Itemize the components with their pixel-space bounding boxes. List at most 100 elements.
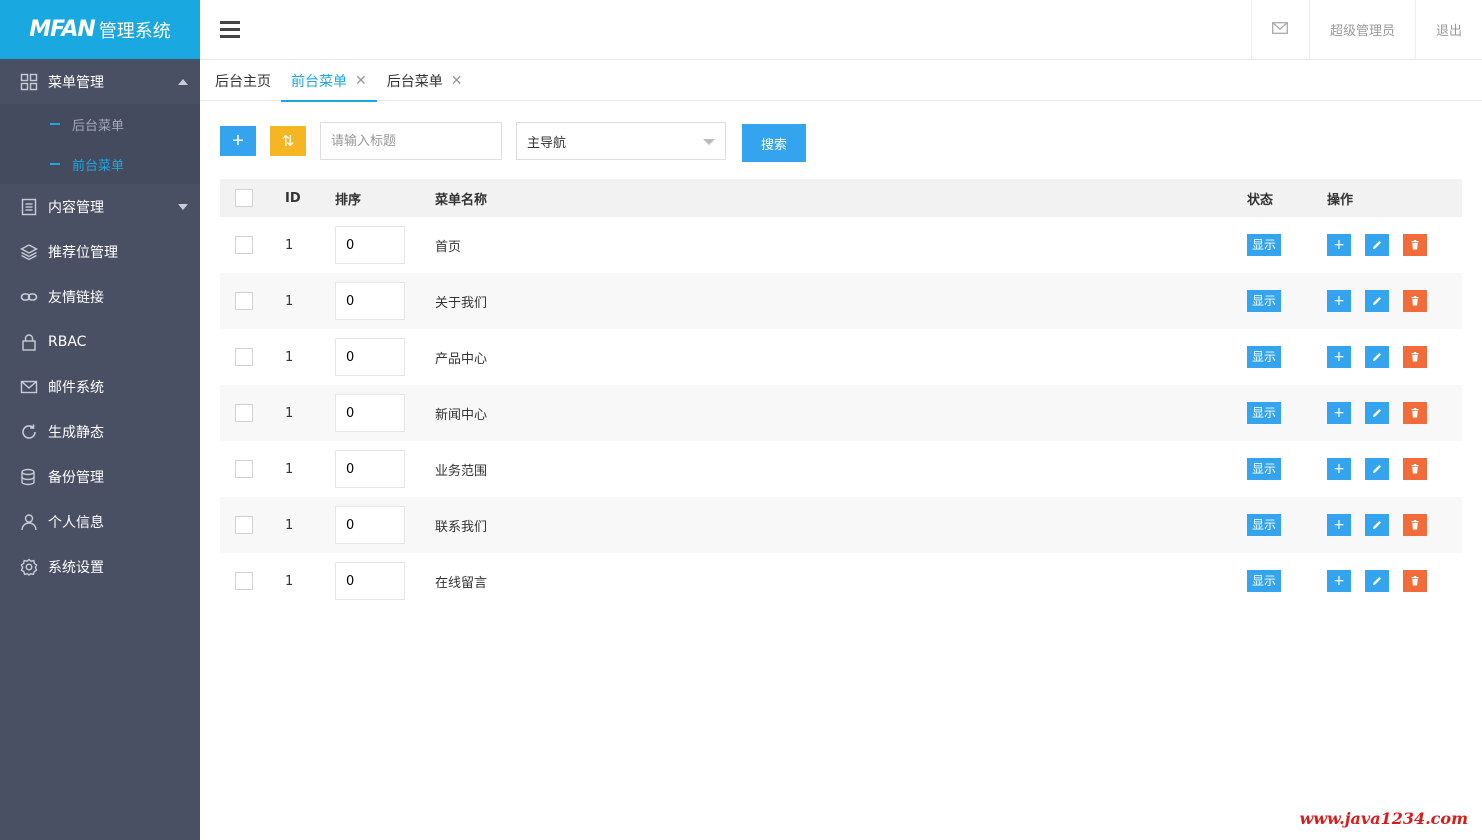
row-name: 在线留言	[435, 575, 488, 591]
delete-button[interactable]	[1403, 346, 1427, 368]
row-checkbox[interactable]	[235, 516, 253, 534]
watermark: www.java1234.com	[1299, 809, 1468, 828]
delete-button[interactable]	[1403, 290, 1427, 312]
sidebar-item-static[interactable]: 生成静态	[0, 409, 200, 454]
edit-button[interactable]	[1365, 290, 1389, 312]
edit-button[interactable]	[1365, 402, 1389, 424]
status-badge[interactable]: 显示	[1247, 346, 1281, 368]
sidebar-item-content-management[interactable]: 内容管理	[0, 184, 200, 229]
plus-icon: +	[1333, 237, 1345, 253]
sort-order-input[interactable]	[335, 394, 405, 432]
delete-button[interactable]	[1403, 402, 1427, 424]
gear-icon	[20, 558, 38, 576]
sidebar-item-rbac[interactable]: RBAC	[0, 319, 200, 364]
close-icon[interactable]: ✕	[451, 73, 463, 89]
add-child-button[interactable]: +	[1327, 346, 1351, 368]
title-search-input[interactable]	[320, 122, 502, 160]
search-button[interactable]: 搜索	[742, 124, 806, 162]
sort-order-input[interactable]	[335, 338, 405, 376]
edit-button[interactable]	[1365, 458, 1389, 480]
row-name: 关于我们	[435, 295, 488, 311]
plus-icon: +	[1333, 461, 1345, 477]
sidebar-nav: 菜单管理 后台菜单 前台菜单 内容管理 推荐位管理 友情链接 RBAC 邮件系统…	[0, 59, 200, 589]
pencil-icon	[1373, 353, 1381, 361]
sidebar-item-links[interactable]: 友情链接	[0, 274, 200, 319]
nav-type-select[interactable]: 主导航	[516, 122, 726, 160]
messages-button[interactable]	[1250, 0, 1309, 59]
link-icon	[20, 288, 38, 306]
row-actions: +	[1327, 402, 1462, 424]
layers-icon	[20, 243, 38, 261]
status-badge[interactable]: 显示	[1247, 570, 1281, 592]
hamburger-menu-icon[interactable]	[220, 16, 242, 42]
col-actions: 操作	[1327, 192, 1354, 208]
pencil-icon	[1373, 577, 1381, 585]
select-all-checkbox[interactable]	[235, 189, 253, 207]
plus-icon: +	[1333, 293, 1345, 309]
edit-button[interactable]	[1365, 570, 1389, 592]
row-checkbox[interactable]	[235, 404, 253, 422]
row-id: 1	[285, 237, 294, 253]
delete-button[interactable]	[1403, 570, 1427, 592]
menu-table: ID 排序 菜单名称 状态 操作 1首页显示+1关于我们显示+1产品中心显示+1…	[220, 179, 1462, 609]
add-child-button[interactable]: +	[1327, 290, 1351, 312]
row-id: 1	[285, 293, 294, 309]
status-badge[interactable]: 显示	[1247, 290, 1281, 312]
tab-label: 后台菜单	[386, 73, 443, 90]
table-row: 1 关于我们 显示 +	[220, 273, 1462, 329]
add-child-button[interactable]: +	[1327, 570, 1351, 592]
add-child-button[interactable]: +	[1327, 458, 1351, 480]
row-checkbox[interactable]	[235, 292, 253, 310]
close-icon[interactable]: ✕	[355, 73, 367, 89]
sidebar-item-mail[interactable]: 邮件系统	[0, 364, 200, 409]
table-row: 1 产品中心 显示 +	[220, 329, 1462, 385]
pencil-icon	[1373, 521, 1381, 529]
sort-order-input[interactable]	[335, 506, 405, 544]
sidebar-item-label: 系统设置	[48, 559, 104, 576]
tab-frontend-menu[interactable]: 前台菜单 ✕	[281, 60, 377, 102]
status-badge[interactable]: 显示	[1247, 402, 1281, 424]
trash-icon	[1411, 352, 1419, 362]
trash-icon	[1411, 296, 1419, 306]
sidebar-item-settings[interactable]: 系统设置	[0, 544, 200, 589]
sidebar-item-backup[interactable]: 备份管理	[0, 454, 200, 499]
status-badge[interactable]: 显示	[1247, 514, 1281, 536]
tab-backend-menu[interactable]: 后台菜单 ✕	[377, 60, 473, 101]
row-checkbox[interactable]	[235, 572, 253, 590]
row-checkbox[interactable]	[235, 236, 253, 254]
user-menu[interactable]: 超级管理员	[1308, 0, 1415, 59]
delete-button[interactable]	[1403, 234, 1427, 256]
sidebar-item-recommend[interactable]: 推荐位管理	[0, 229, 200, 274]
add-child-button[interactable]: +	[1327, 402, 1351, 424]
row-checkbox[interactable]	[235, 460, 253, 478]
sort-order-input[interactable]	[335, 282, 405, 320]
sort-order-input[interactable]	[335, 226, 405, 264]
sidebar-item-menu-management[interactable]: 菜单管理	[0, 59, 200, 104]
sidebar-item-profile[interactable]: 个人信息	[0, 499, 200, 544]
add-child-button[interactable]: +	[1327, 514, 1351, 536]
delete-button[interactable]	[1403, 514, 1427, 536]
add-child-button[interactable]: +	[1327, 234, 1351, 256]
row-checkbox[interactable]	[235, 348, 253, 366]
tab-backend-home[interactable]: 后台主页	[205, 60, 281, 101]
edit-button[interactable]	[1365, 514, 1389, 536]
user-icon	[20, 513, 38, 531]
table-row: 1 在线留言 显示 +	[220, 553, 1462, 609]
add-button[interactable]: +	[220, 126, 256, 156]
sort-button[interactable]: ⇅	[270, 126, 306, 156]
logout-button[interactable]: 退出	[1414, 0, 1482, 59]
row-actions: +	[1327, 570, 1462, 592]
logo[interactable]: MFAN 管理系统	[0, 0, 200, 59]
submenu: 后台菜单 前台菜单	[0, 104, 200, 184]
edit-button[interactable]	[1365, 346, 1389, 368]
edit-button[interactable]	[1365, 234, 1389, 256]
sort-order-input[interactable]	[335, 450, 405, 488]
sidebar-subitem-frontend-menu[interactable]: 前台菜单	[0, 144, 200, 184]
sort-order-input[interactable]	[335, 562, 405, 600]
plus-icon: +	[1333, 517, 1345, 533]
delete-button[interactable]	[1403, 458, 1427, 480]
col-sort: 排序	[335, 192, 362, 208]
status-badge[interactable]: 显示	[1247, 234, 1281, 256]
sidebar-subitem-backend-menu[interactable]: 后台菜单	[0, 104, 200, 144]
status-badge[interactable]: 显示	[1247, 458, 1281, 480]
